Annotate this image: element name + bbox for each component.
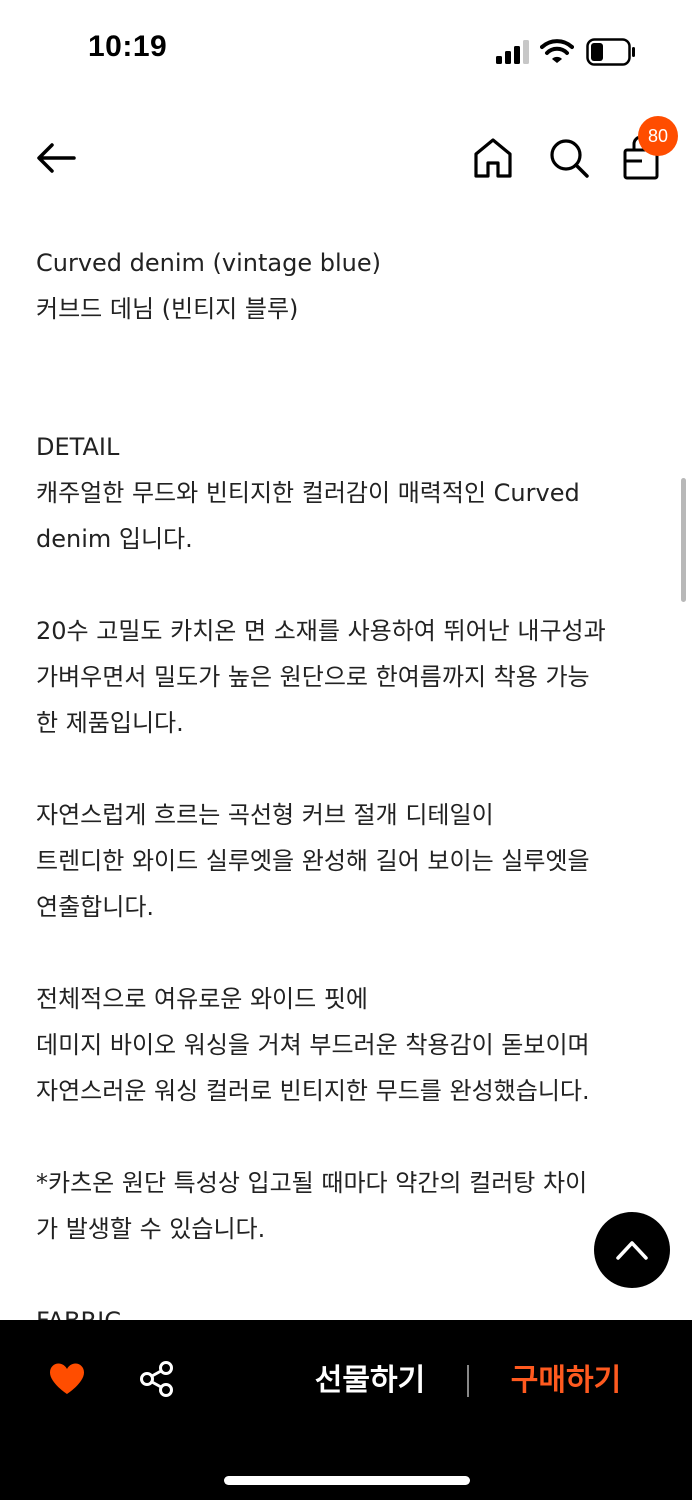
- detail-text-line: 가 발생할 수 있습니다.: [36, 1215, 266, 1243]
- status-time: 10:19: [88, 30, 168, 63]
- button-divider: [467, 1365, 469, 1397]
- wifi-icon: [540, 39, 574, 63]
- back-arrow-icon[interactable]: [32, 134, 80, 182]
- gift-button[interactable]: 선물하기: [300, 1356, 440, 1406]
- product-title-ko: 커브드 데님 (빈티지 블루): [36, 295, 299, 323]
- detail-text-line: 자연스러운 워싱 컬러로 빈티지한 무드를 완성했습니다.: [36, 1077, 590, 1105]
- detail-text-line: 전체적으로 여유로운 와이드 핏에: [36, 985, 369, 1013]
- home-icon[interactable]: [470, 134, 516, 182]
- bottom-action-bar: 선물하기 구매하기: [0, 1320, 692, 1500]
- product-description: Curved denim (vintage blue) 커브드 데님 (빈티지 …: [36, 240, 656, 1320]
- fabric-heading: FABRIC: [36, 1298, 656, 1320]
- nav-bar: [0, 110, 692, 206]
- scrollbar[interactable]: [681, 478, 686, 602]
- detail-text-line: 연출합니다.: [36, 893, 155, 921]
- search-icon[interactable]: [546, 134, 592, 182]
- detail-text-line: 가벼우면서 밀도가 높은 원단으로 한여름까지 착용 가능: [36, 663, 590, 691]
- scroll-to-top-button[interactable]: [594, 1212, 670, 1288]
- status-bar: 10:19: [0, 0, 692, 100]
- detail-text-line: denim 입니다.: [36, 525, 193, 553]
- signal-icon: [496, 40, 529, 64]
- share-icon[interactable]: [138, 1360, 176, 1398]
- detail-text-line: 20수 고밀도 카치온 면 소재를 사용하여 뛰어난 내구성과: [36, 617, 606, 645]
- detail-heading: DETAIL: [36, 433, 120, 461]
- heart-icon[interactable]: [48, 1362, 86, 1396]
- detail-text-line: 트렌디한 와이드 실루엣을 완성해 길어 보이는 실루엣을: [36, 847, 590, 875]
- cart-count-badge: 80: [638, 116, 678, 156]
- detail-text-line: *카츠온 원단 특성상 입고될 때마다 약간의 컬러탕 차이: [36, 1169, 588, 1197]
- home-indicator: [224, 1476, 470, 1485]
- detail-text-line: 자연스럽게 흐르는 곡선형 커브 절개 디테일이: [36, 801, 494, 829]
- detail-text-line: 캐주얼한 무드와 빈티지한 컬러감이 매력적인 Curved: [36, 479, 580, 507]
- detail-text-line: 한 제품입니다.: [36, 709, 184, 737]
- buy-button[interactable]: 구매하기: [496, 1356, 636, 1406]
- battery-icon: [586, 38, 635, 66]
- chevron-up-icon: [616, 1241, 648, 1260]
- detail-text-line: 데미지 바이오 워싱을 거쳐 부드러운 착용감이 돋보이며: [36, 1031, 590, 1059]
- product-title-en: Curved denim (vintage blue): [36, 249, 381, 277]
